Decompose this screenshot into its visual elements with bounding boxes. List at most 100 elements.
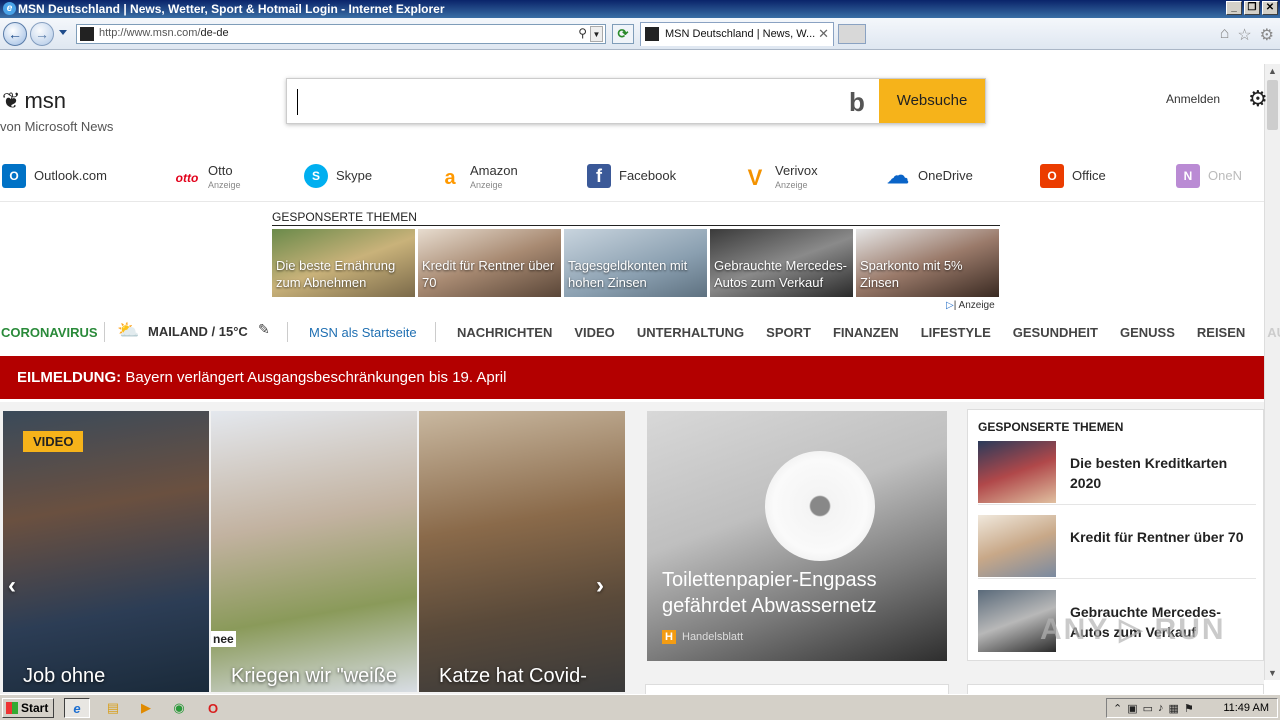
address-dropdown-icon[interactable]: ▼ bbox=[590, 26, 603, 42]
start-button[interactable]: Start bbox=[2, 698, 54, 718]
scroll-thumb[interactable] bbox=[1267, 80, 1278, 130]
taskbar-explorer-icon[interactable]: ▤ bbox=[100, 698, 126, 718]
quicklink-text: Verivox bbox=[775, 163, 818, 178]
quicklink-label: Otto Anzeige bbox=[208, 164, 241, 192]
scroll-down-icon[interactable]: ▼ bbox=[1267, 668, 1278, 678]
breaking-news-banner[interactable]: EILMELDUNG: Bayern verlängert Ausgangsbe… bbox=[0, 356, 1264, 399]
nav-sport[interactable]: SPORT bbox=[766, 325, 811, 340]
msn-logo[interactable]: ❦ msn bbox=[2, 88, 66, 114]
search-box: b Websuche bbox=[286, 78, 986, 124]
tab-msn[interactable]: MSN Deutschland | News, W... ✕ bbox=[640, 22, 834, 46]
feature-card[interactable]: Toilettenpapier-Engpass gefährdet Abwass… bbox=[647, 411, 947, 661]
carousel-slide[interactable]: VIDEO Job ohne bbox=[3, 411, 209, 692]
tray-network-icon[interactable]: ▣ bbox=[1127, 702, 1137, 715]
tab-close-icon[interactable]: ✕ bbox=[818, 26, 829, 42]
quicklink-outlook[interactable]: O Outlook.com bbox=[2, 164, 107, 188]
toolbar-icons: ⌂ ☆ ⚙ bbox=[1220, 25, 1274, 45]
carousel-prev-icon[interactable]: ‹ bbox=[8, 572, 16, 600]
back-button[interactable]: ← bbox=[3, 22, 27, 46]
quick-links-bar: O Outlook.com otto Otto Anzeige S Skype a… bbox=[0, 162, 1264, 202]
next-panel bbox=[967, 684, 1264, 694]
quicklink-label: OneN bbox=[1208, 169, 1242, 183]
quicklink-onedrive[interactable]: ☁ OneDrive bbox=[886, 163, 973, 188]
edit-pencil-icon[interactable]: ✎ bbox=[258, 321, 270, 338]
address-search-icon[interactable]: ⚲ bbox=[578, 26, 587, 40]
tools-gear-icon[interactable]: ⚙ bbox=[1260, 25, 1274, 45]
web-search-button[interactable]: Websuche bbox=[879, 79, 985, 123]
settings-gear-icon[interactable]: ⚙ bbox=[1248, 86, 1268, 112]
adchoices-icon: ▷ bbox=[946, 300, 954, 311]
windows-flag-icon bbox=[6, 702, 18, 714]
url-path: de-de bbox=[200, 27, 229, 39]
quicklink-label: OneDrive bbox=[918, 169, 973, 183]
nav-reisen[interactable]: REISEN bbox=[1197, 325, 1245, 340]
ad-label: Anzeige bbox=[208, 180, 241, 190]
sponsored-tile[interactable]: Kredit für Rentner über 70 bbox=[418, 229, 561, 297]
nav-video[interactable]: VIDEO bbox=[574, 325, 614, 340]
nav-gesundheit[interactable]: GESUNDHEIT bbox=[1013, 325, 1098, 340]
sponsored-tile[interactable]: Gebrauchte Mercedes-Autos zum Verkauf bbox=[710, 229, 853, 297]
sponsored-item[interactable]: Kredit für Rentner über 70 bbox=[978, 515, 1256, 579]
search-input[interactable] bbox=[297, 89, 837, 115]
carousel-slide[interactable]: nee Kriegen wir "weiße bbox=[211, 411, 417, 692]
start-label: Start bbox=[21, 701, 49, 715]
quicklink-facebook[interactable]: f Facebook bbox=[587, 164, 676, 188]
close-window-button[interactable]: ✕ bbox=[1262, 1, 1278, 15]
page-scrollbar[interactable]: ▲ ▼ bbox=[1264, 64, 1280, 680]
weather-location[interactable]: MAILAND / 15°C bbox=[148, 324, 248, 339]
tray-volume-icon[interactable]: ♪ bbox=[1158, 702, 1164, 714]
set-startpage-link[interactable]: MSN als Startseite bbox=[309, 325, 417, 340]
feature-source-name: Handelsblatt bbox=[682, 631, 744, 643]
forward-button[interactable]: → bbox=[30, 22, 54, 46]
taskbar-ie-icon[interactable]: e bbox=[64, 698, 90, 718]
sponsored-item[interactable]: Die besten Kreditkarten 2020 bbox=[978, 441, 1256, 505]
sponsored-tile-text: Tagesgeldkonten mit hohen Zinsen bbox=[568, 258, 688, 290]
sponsored-tiles: Die beste Ernährung zum Abnehmen Kredit … bbox=[272, 229, 999, 297]
refresh-button[interactable]: ⟳ bbox=[612, 24, 634, 44]
restore-button[interactable]: ❐ bbox=[1244, 1, 1260, 15]
quicklink-otto[interactable]: otto Otto Anzeige bbox=[174, 164, 241, 192]
quicklink-text: Office bbox=[1072, 168, 1106, 183]
taskbar-chrome-icon[interactable]: ◉ bbox=[166, 698, 192, 718]
ad-choices[interactable]: ▷| Anzeige bbox=[946, 300, 995, 311]
nav-nachrichten[interactable]: NACHRICHTEN bbox=[457, 325, 552, 340]
minimize-button[interactable]: _ bbox=[1226, 1, 1242, 15]
nav-auto[interactable]: AU bbox=[1267, 325, 1280, 340]
sponsored-item-image bbox=[978, 441, 1056, 503]
sponsored-tile[interactable]: Sparkonto mit 5% Zinsen bbox=[856, 229, 999, 297]
address-bar[interactable]: http://www.msn.com/de-de ⚲ ▼ bbox=[76, 24, 606, 44]
nav-genuss[interactable]: GENUSS bbox=[1120, 325, 1175, 340]
nav-coronavirus[interactable]: CORONAVIRUS bbox=[1, 325, 98, 340]
nav-divider bbox=[435, 322, 436, 342]
carousel-next-icon[interactable]: › bbox=[596, 572, 604, 600]
sponsored-tile[interactable]: Tagesgeldkonten mit hohen Zinsen bbox=[564, 229, 707, 297]
nav-unterhaltung[interactable]: UNTERHALTUNG bbox=[637, 325, 744, 340]
carousel-slide[interactable]: Katze hat Covid- bbox=[419, 411, 625, 692]
signin-link[interactable]: Anmelden bbox=[1166, 92, 1220, 106]
tray-display-icon[interactable]: ▭ bbox=[1143, 702, 1153, 715]
tray-network-status-icon[interactable]: ▦ bbox=[1169, 702, 1179, 715]
quicklink-office[interactable]: O Office bbox=[1040, 164, 1106, 188]
taskbar-opera-icon[interactable]: O bbox=[200, 698, 226, 718]
quicklink-onenote[interactable]: N OneN bbox=[1176, 164, 1242, 188]
tray-flag-icon[interactable]: ⚑ bbox=[1184, 702, 1194, 715]
sponsored-tile[interactable]: Die beste Ernährung zum Abnehmen bbox=[272, 229, 415, 297]
history-dropdown-icon[interactable] bbox=[59, 30, 67, 35]
address-url[interactable]: http://www.msn.com/de-de bbox=[99, 27, 229, 39]
nav-finanzen[interactable]: FINANZEN bbox=[833, 325, 899, 340]
new-tab-button[interactable] bbox=[838, 24, 866, 44]
tray-expand-icon[interactable]: ⌃ bbox=[1113, 702, 1122, 715]
breaking-text: Bayern verlängert Ausgangsbeschränkungen… bbox=[121, 369, 507, 386]
quicklink-skype[interactable]: S Skype bbox=[304, 164, 372, 188]
ad-label: Anzeige bbox=[470, 180, 503, 190]
scroll-up-icon[interactable]: ▲ bbox=[1267, 66, 1278, 76]
nav-lifestyle[interactable]: LIFESTYLE bbox=[921, 325, 991, 340]
favorites-star-icon[interactable]: ☆ bbox=[1237, 25, 1251, 45]
quicklink-amazon[interactable]: a Amazon Anzeige bbox=[438, 164, 517, 192]
taskbar-clock[interactable]: 11:49 AM bbox=[1223, 702, 1269, 714]
quicklink-verivox[interactable]: V Verivox Anzeige bbox=[743, 164, 818, 192]
verivox-icon: V bbox=[747, 165, 763, 190]
home-icon[interactable]: ⌂ bbox=[1220, 25, 1230, 45]
taskbar-media-player-icon[interactable]: ▶ bbox=[133, 698, 159, 718]
system-tray: ⌃ ▣ ▭ ♪ ▦ ⚑ 11:49 AM bbox=[1106, 698, 1278, 718]
